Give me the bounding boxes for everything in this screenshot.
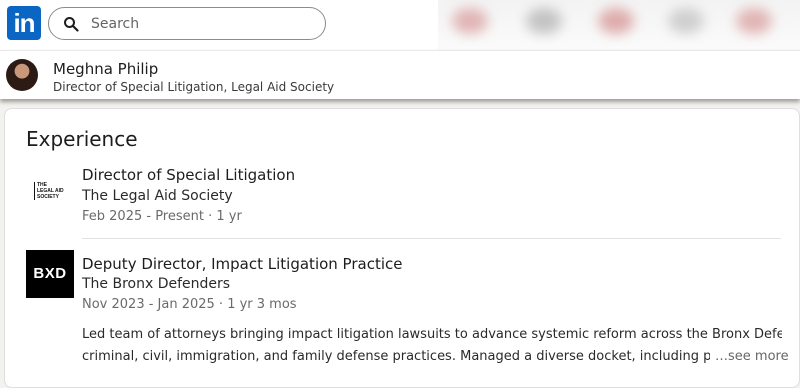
profile-headline: Director of Special Litigation, Legal Ai… [53,80,335,94]
search-icon [64,17,79,32]
experience-role-title[interactable]: Deputy Director, Impact Litigation Pract… [82,255,402,273]
search-box[interactable] [48,7,326,40]
divider [82,238,781,239]
experience-description-line: criminal, civil, immigration, and family… [82,349,710,364]
profile-name: Meghna Philip [53,60,159,78]
section-title: Experience [26,127,138,151]
experience-organization: The Legal Aid Society [82,188,233,204]
experience-card: Experience THE LEGAL AID SOCIETY Directo… [4,108,800,388]
search-input[interactable] [89,12,313,36]
legal-aid-society-logo[interactable]: THE LEGAL AID SOCIETY [26,169,74,217]
sticky-profile-header: Meghna Philip Director of Special Litiga… [0,50,800,99]
avatar[interactable] [6,59,38,91]
experience-dates: Nov 2023 - Jan 2025 · 1 yr 3 mos [82,297,297,312]
top-navigation-bar: in [0,0,800,50]
blurred-nav-icons [438,0,800,50]
experience-organization: The Bronx Defenders [82,276,231,292]
bronx-defenders-logo[interactable]: BXD [26,250,74,298]
see-more-link[interactable]: …see more [713,349,789,364]
experience-description-line: Led team of attorneys bringing impact li… [82,327,782,342]
linkedin-logo-icon[interactable]: in [7,6,41,40]
experience-dates: Feb 2025 - Present · 1 yr [82,209,242,224]
experience-role-title[interactable]: Director of Special Litigation [82,166,295,184]
